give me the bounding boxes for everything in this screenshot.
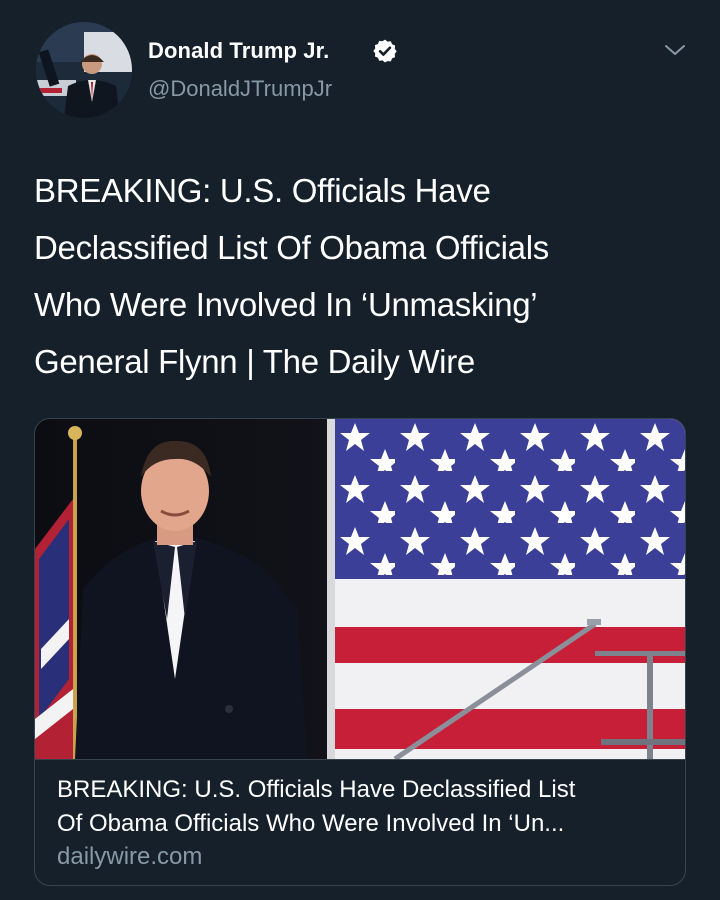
card-title-line: Of Obama Officials Who Were Involved In … [57, 810, 565, 837]
author-name[interactable]: Donald Trump Jr. [148, 38, 329, 64]
tweet-text: BREAKING: U.S. Officials Have Declassifi… [34, 162, 684, 390]
avatar-image [36, 22, 132, 118]
author-avatar[interactable] [36, 22, 132, 118]
card-title-line: BREAKING: U.S. Officials Have Declassifi… [57, 776, 576, 803]
author-handle[interactable]: @DonaldJTrumpJr [148, 76, 332, 102]
link-preview-card[interactable]: BREAKING: U.S. Officials Have Declassifi… [34, 418, 686, 886]
tweet-text-line: General Flynn | The Daily Wire [34, 343, 475, 380]
card-domain[interactable]: dailywire.com [57, 843, 202, 871]
tweet-text-line: BREAKING: U.S. Officials Have [34, 172, 491, 209]
card-divider [35, 759, 685, 760]
tweet-text-line: Who Were Involved In ‘Unmasking’ [34, 286, 538, 323]
card-image [35, 419, 685, 759]
verified-badge-icon [373, 39, 397, 63]
card-title[interactable]: BREAKING: U.S. Officials Have Declassifi… [57, 773, 669, 841]
tweet[interactable]: Donald Trump Jr. @DonaldJTrumpJr BREAKIN… [0, 0, 720, 900]
tweet-text-line: Declassified List Of Obama Officials [34, 229, 549, 266]
chevron-down-icon[interactable] [662, 40, 688, 60]
